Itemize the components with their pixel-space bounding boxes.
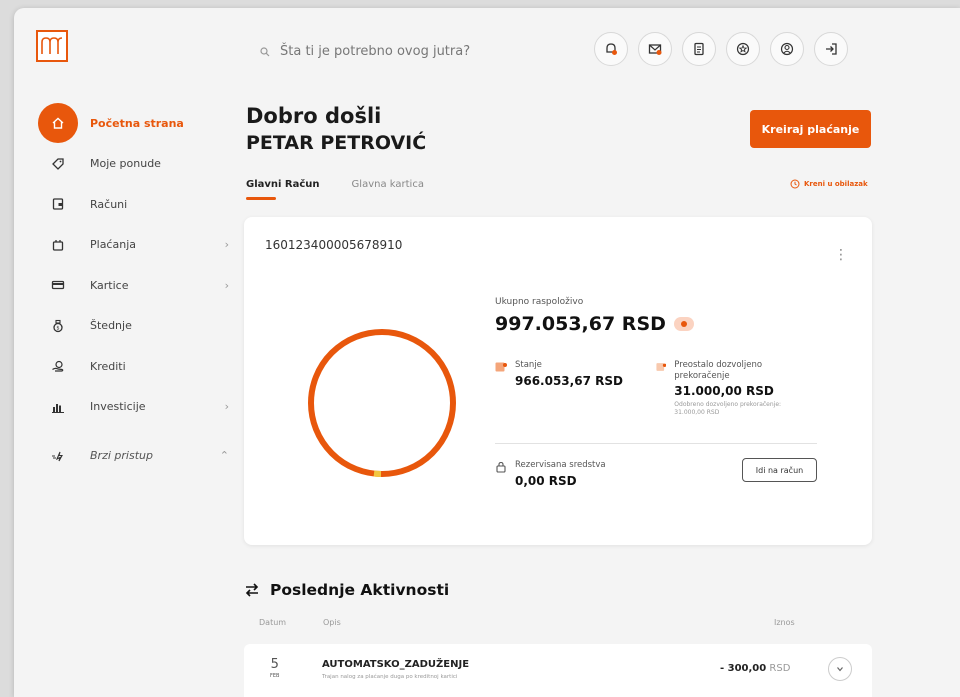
chart-icon [38,387,78,427]
account-number: 160123400005678910 [265,238,403,252]
search-icon [260,46,270,56]
welcome-greeting: Dobro došli [246,104,382,128]
sidebar-item-label: Investicije [90,400,146,414]
document-icon[interactable] [682,32,716,66]
sidebar-item-label: Računi [90,197,128,211]
sidebar-item-offers[interactable]: Moje ponude [14,144,229,185]
reserved-stat: Rezervisana sredstva 0,00 RSD [495,460,606,488]
sidebar-item-investments[interactable]: Investicije › [14,387,229,428]
overdraft-icon [656,363,667,371]
savings-icon: $ [38,306,78,346]
balance-stat: Stanje 966.053,67 RSD [495,360,623,388]
clock-icon [790,179,800,189]
balance-label: Stanje [515,360,542,370]
expand-button[interactable] [828,657,852,681]
chevron-up-icon[interactable]: ⌃ [220,449,229,462]
reserved-label: Rezervisana sredstva [515,460,606,470]
home-icon [38,103,78,144]
svg-text:$: $ [56,325,59,331]
create-payment-button[interactable]: Kreiraj plaćanje [750,110,871,148]
sidebar-item-label: Brzi pristup [90,448,153,462]
activity-subtitle: Trajan nalog za plaćanje duga po kreditn… [322,674,458,680]
loan-icon [38,346,78,386]
table-row[interactable]: 5 FEB AUTOMATSKO_ZADUŽENJE Trajan nalog … [244,644,872,697]
activity-amount: - 300,00 RSD [720,663,790,674]
lock-icon [496,461,506,473]
logout-icon[interactable] [814,32,848,66]
activity-date: 5 FEB [270,657,279,679]
swap-icon [245,583,259,597]
activity-month: FEB [270,673,280,679]
more-options-icon[interactable]: ⋮ [834,247,848,263]
recent-activity-title: Poslednje Aktivnosti [270,581,450,599]
balance-amount: 966.053,67 RSD [515,373,623,388]
quick-access-icon [38,435,78,475]
welcome-heading: Dobro došli PETAR PETROVIĆ [246,104,426,154]
recent-activity-heading: Poslednje Aktivnosti [244,581,449,599]
search-placeholder[interactable]: Šta ti je potrebno ovog jutra? [280,44,470,59]
wallet-orange-icon [495,362,507,372]
eye-icon[interactable] [673,317,694,331]
column-amount: Iznos [774,618,795,627]
total-available: 997.053,67 RSD [495,313,694,335]
sidebar-item-label: Početna strana [90,116,184,130]
column-date: Datum [259,618,287,627]
account-card: 160123400005678910 ⋮ Ukupno raspoloživo … [244,217,872,545]
account-tabs: Glavni Račun Glavna kartica [246,179,424,200]
overdraft-note: Odobreno dozvoljeno prekoračenje: 31.000… [674,401,782,417]
divider [495,443,817,444]
activity-currency: RSD [769,663,791,674]
app-window: Šta ti je potrebno ovog jutra? Početna s… [14,8,960,697]
wallet-icon [38,184,78,224]
user-name: PETAR PETROVIĆ [246,132,427,154]
header-actions [594,32,848,66]
chevron-right-icon[interactable]: › [225,279,229,292]
column-description: Opis [323,618,341,627]
activity-amount-value: - 300,00 [720,663,767,674]
activity-title: AUTOMATSKO_ZADUŽENJE [322,659,470,670]
tag-icon [38,144,78,184]
overdraft-stat: Preostalo dozvoljeno prekoračenje 31.000… [656,360,806,417]
go-to-account-button[interactable]: Idi na račun [742,458,817,482]
overdraft-amount: 31.000,00 RSD [674,384,774,399]
chevron-down-icon [837,667,843,672]
tab-main-card[interactable]: Glavna kartica [352,179,424,200]
sidebar-item-label: Krediti [90,359,126,373]
total-available-label: Ukupno raspoloživo [495,297,584,307]
sidebar-item-savings[interactable]: $ Štednje [14,306,229,347]
bank-logo[interactable] [36,30,68,62]
sidebar-item-label: Štednje [90,319,132,333]
tour-link[interactable]: Kreni u obilazak [790,179,868,189]
sidebar-item-home[interactable]: Početna strana [14,103,229,144]
bell-icon[interactable] [594,32,628,66]
sidebar-item-loans[interactable]: Krediti [14,346,229,387]
star-badge-icon[interactable] [726,32,760,66]
tour-link-label: Kreni u obilazak [804,180,868,188]
sidebar-item-label: Moje ponude [90,157,161,171]
search-bar[interactable]: Šta ti je potrebno ovog jutra? [260,44,470,59]
total-available-amount: 997.053,67 RSD [495,313,666,335]
card-icon [38,265,78,305]
user-icon[interactable] [770,32,804,66]
sidebar-item-payments[interactable]: Plaćanja › [14,225,229,266]
mail-icon[interactable] [638,32,672,66]
chevron-right-icon[interactable]: › [225,400,229,413]
sidebar-item-quick-access[interactable]: Brzi pristup ⌃ [14,435,229,476]
tab-main-account[interactable]: Glavni Račun [246,179,320,200]
sidebar-item-label: Kartice [90,278,129,292]
sidebar-item-cards[interactable]: Kartice › [14,265,229,306]
chevron-right-icon[interactable]: › [225,238,229,251]
payment-icon [38,225,78,265]
activity-day: 5 [270,657,279,672]
overdraft-label: Preostalo dozvoljeno prekoračenje [674,360,763,381]
sidebar-item-label: Plaćanja [90,238,136,252]
sidebar-item-accounts[interactable]: Računi [14,184,229,225]
balance-donut [308,329,456,477]
sidebar-nav: Početna strana Moje ponude Računi Plaćan… [14,103,229,476]
reserved-amount: 0,00 RSD [515,473,577,488]
